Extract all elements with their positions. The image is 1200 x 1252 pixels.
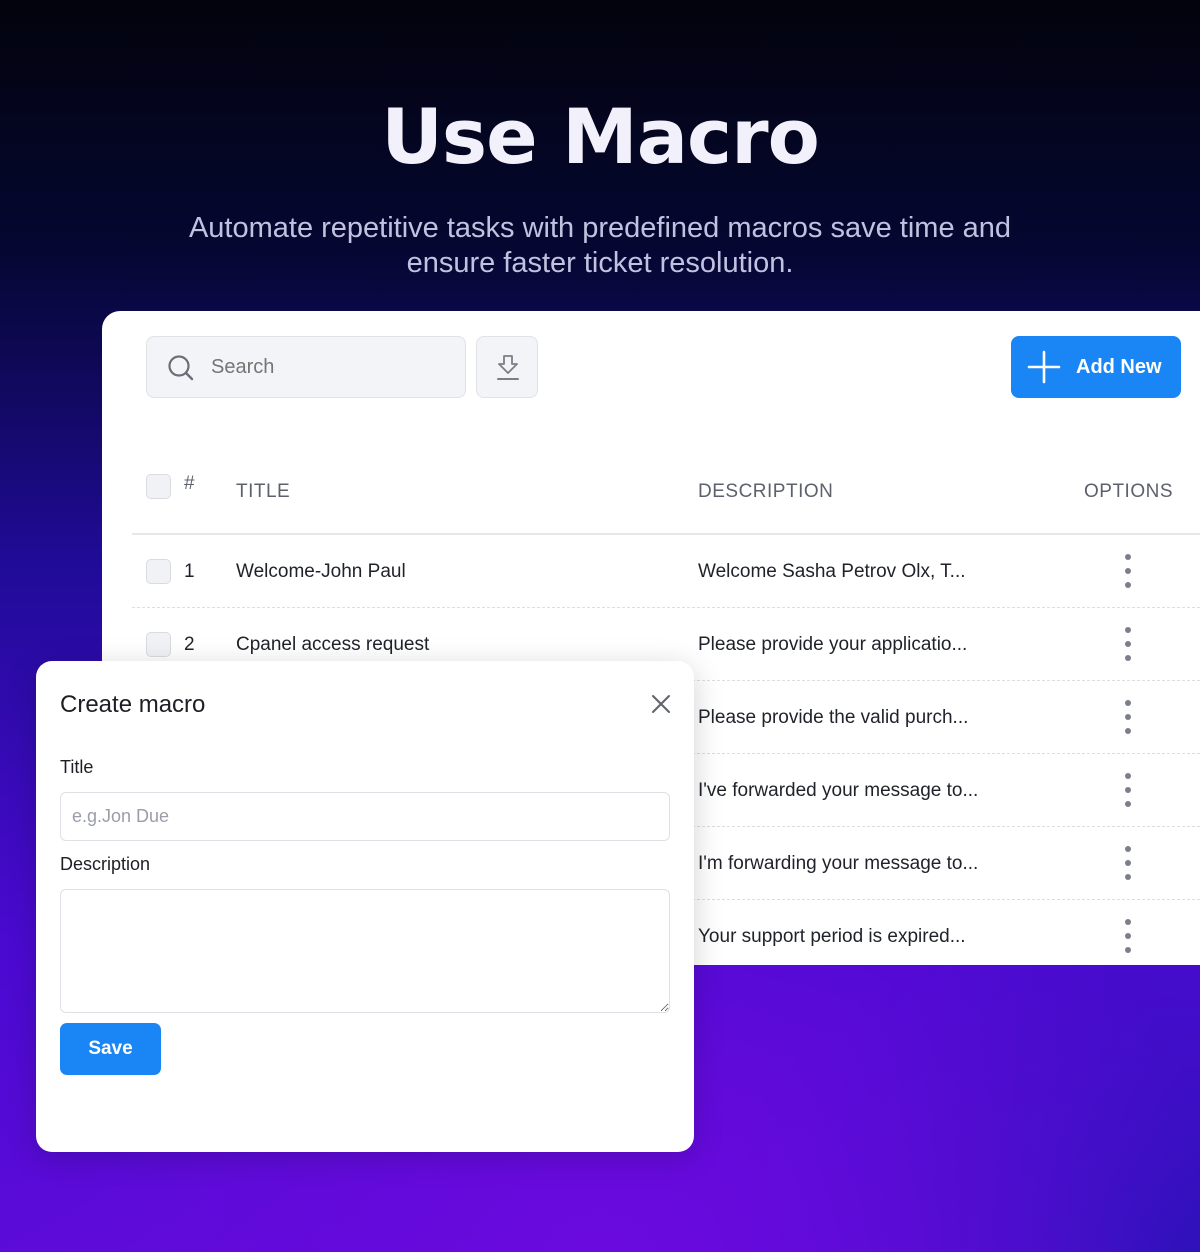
description-textarea[interactable]: [60, 889, 670, 1013]
more-options-icon[interactable]: [1120, 699, 1136, 735]
row-description: Your support period is expired...: [698, 926, 966, 947]
more-options-icon[interactable]: [1120, 845, 1136, 881]
row-description: Welcome Sasha Petrov Olx, T...: [698, 561, 966, 582]
more-options-icon[interactable]: [1120, 918, 1136, 954]
more-options-icon[interactable]: [1120, 626, 1136, 662]
add-new-label: Add New: [1076, 356, 1162, 378]
plus-icon: [1027, 350, 1061, 384]
row-description: I've forwarded your message to...: [698, 780, 979, 801]
row-number: 1: [184, 561, 195, 582]
table-header: # TITLE DESCRIPTION OPTIONS: [132, 461, 1200, 535]
column-hash: #: [184, 473, 196, 494]
save-button[interactable]: Save: [60, 1023, 161, 1075]
page-title: Use Macro: [381, 92, 820, 181]
create-macro-dialog: Create macro Title Description Save: [36, 661, 694, 1152]
title-input[interactable]: [60, 792, 670, 841]
download-icon: [497, 355, 519, 380]
search-icon: [168, 355, 194, 381]
more-options-icon[interactable]: [1120, 772, 1136, 808]
row-description: Please provide the valid purch...: [698, 707, 969, 728]
select-all-checkbox[interactable]: [146, 474, 171, 499]
column-options: OPTIONS: [1084, 481, 1174, 502]
more-options-icon[interactable]: [1120, 553, 1136, 589]
row-number: 2: [184, 634, 195, 655]
table-row[interactable]: 1 Welcome-John Paul Welcome Sasha Petrov…: [132, 535, 1200, 608]
row-checkbox[interactable]: [146, 559, 171, 584]
description-label: Description: [60, 854, 151, 874]
search-box[interactable]: [146, 336, 466, 398]
page-subtitle: Automate repetitive tasks with predefine…: [188, 212, 1012, 279]
close-icon[interactable]: [649, 692, 673, 716]
dialog-title: Create macro: [60, 691, 206, 718]
column-description[interactable]: DESCRIPTION: [698, 481, 833, 503]
row-title: Cpanel access request: [236, 634, 430, 655]
row-description: I'm forwarding your message to...: [698, 853, 979, 874]
download-button[interactable]: [476, 336, 538, 398]
title-label: Title: [60, 757, 94, 777]
add-new-button[interactable]: Add New: [1011, 336, 1181, 398]
row-title: Welcome-John Paul: [236, 561, 406, 582]
row-description: Please provide your applicatio...: [698, 634, 968, 655]
row-checkbox[interactable]: [146, 632, 171, 657]
column-title[interactable]: TITLE: [236, 481, 290, 503]
search-input[interactable]: [211, 356, 451, 379]
